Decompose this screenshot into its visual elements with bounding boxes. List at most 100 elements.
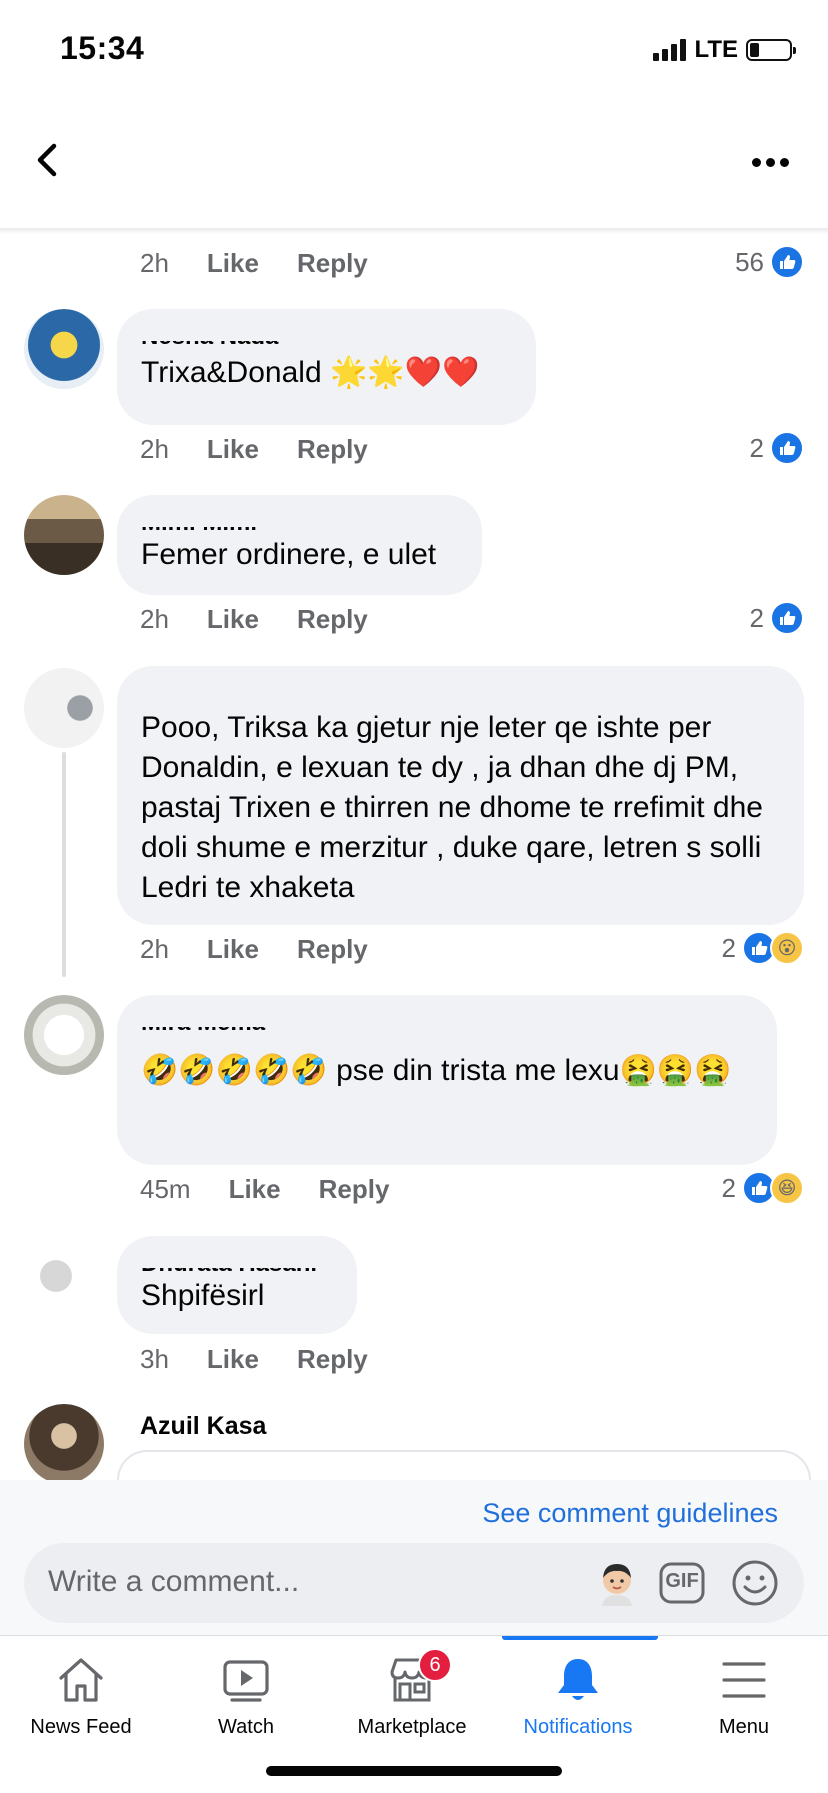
comment-text: Femer ordinere, e ulet bbox=[141, 538, 437, 571]
comment-time: 3h bbox=[140, 1344, 169, 1374]
like-button[interactable]: Like bbox=[207, 934, 259, 965]
comment-text: Trixa&Donald 🌟🌟❤️❤️ bbox=[141, 356, 480, 389]
comment-time: 2h bbox=[140, 934, 169, 964]
tab-menu[interactable]: Menu bbox=[664, 1636, 824, 1766]
reaction-summary[interactable]: 2 bbox=[750, 431, 804, 465]
avatar[interactable] bbox=[24, 995, 104, 1075]
comment-bubble: Mira Mema 🤣🤣🤣🤣🤣 pse din trista me lexu🤮🤮… bbox=[117, 995, 777, 1165]
comment-time: 2h bbox=[140, 248, 169, 278]
reply-button[interactable]: Reply bbox=[297, 1344, 368, 1375]
reaction-summary[interactable]: 56 bbox=[735, 245, 804, 279]
comment-meta: 2h Like Reply bbox=[140, 248, 406, 279]
more-dot bbox=[780, 157, 789, 167]
header bbox=[0, 110, 828, 230]
like-button[interactable]: Like bbox=[207, 1344, 259, 1375]
comment-meta: 3h Like Reply bbox=[140, 1344, 406, 1375]
tab-label: Watch bbox=[218, 1716, 274, 1738]
comment-author[interactable] bbox=[141, 680, 780, 706]
more-options-button[interactable] bbox=[752, 152, 798, 172]
comment-author[interactable]: Mira Mema bbox=[141, 1009, 753, 1035]
avatar[interactable] bbox=[24, 495, 104, 575]
signal-icon bbox=[653, 39, 687, 61]
comment-bubble: Mimi Mimi Femer ordinere, e ulet bbox=[117, 495, 482, 595]
watch-icon bbox=[220, 1654, 272, 1706]
redaction bbox=[141, 1250, 333, 1268]
reaction-count: 2 bbox=[721, 1172, 736, 1203]
tab-news-feed[interactable]: News Feed bbox=[1, 1636, 161, 1766]
reaction-summary[interactable]: 2 😮 bbox=[722, 931, 804, 965]
back-button[interactable] bbox=[28, 140, 68, 180]
avatar-sticker-icon[interactable] bbox=[592, 1558, 642, 1608]
battery-icon bbox=[746, 39, 796, 61]
like-button[interactable]: Like bbox=[207, 604, 259, 635]
status-bar: 15:34 LTE bbox=[0, 0, 828, 100]
comment-text: Shpifësirl bbox=[141, 1279, 265, 1312]
comment-meta: 45m Like Reply bbox=[140, 1174, 427, 1205]
tab-watch[interactable]: Watch bbox=[166, 1636, 326, 1766]
reaction-summary[interactable]: 2 bbox=[750, 601, 804, 635]
menu-icon bbox=[718, 1654, 770, 1706]
home-icon bbox=[55, 1654, 107, 1706]
like-button[interactable]: Like bbox=[207, 434, 259, 465]
comment-guidelines-link[interactable]: See comment guidelines bbox=[482, 1498, 778, 1529]
avatar[interactable] bbox=[24, 1404, 104, 1484]
comment-author[interactable]: Dhurata Hasani bbox=[141, 1250, 333, 1276]
gif-button[interactable]: GIF bbox=[658, 1558, 706, 1608]
wow-reaction-icon: 😮 bbox=[770, 931, 804, 965]
reply-button[interactable]: Reply bbox=[297, 248, 368, 279]
status-time: 15:34 bbox=[60, 30, 145, 66]
like-reaction-icon bbox=[770, 245, 804, 279]
emoji-icon[interactable] bbox=[730, 1558, 780, 1608]
reply-button[interactable]: Reply bbox=[297, 604, 368, 635]
more-dot bbox=[752, 157, 761, 167]
chevron-left-icon bbox=[37, 143, 57, 177]
reply-button[interactable]: Reply bbox=[297, 934, 368, 965]
comment-time: 2h bbox=[140, 604, 169, 634]
status-indicators: LTE bbox=[653, 36, 796, 64]
redaction bbox=[141, 1009, 753, 1027]
comment-time: 2h bbox=[140, 434, 169, 464]
comment-bubble: Pooo, Triksa ka gjetur nje leter qe isht… bbox=[117, 666, 804, 925]
redaction bbox=[141, 323, 512, 341]
thread-line bbox=[62, 752, 66, 977]
avatar[interactable] bbox=[24, 1236, 104, 1316]
like-button[interactable]: Like bbox=[229, 1174, 281, 1205]
tab-label: Notifications bbox=[523, 1716, 633, 1738]
bell-icon bbox=[552, 1654, 604, 1706]
comment-meta: 2h Like Reply bbox=[140, 604, 406, 635]
tab-label: Menu bbox=[718, 1716, 770, 1738]
comment-bubble: Nesha Nada Trixa&Donald 🌟🌟❤️❤️ bbox=[117, 309, 536, 425]
home-indicator bbox=[266, 1766, 562, 1776]
like-reaction-icon bbox=[770, 601, 804, 635]
network-label: LTE bbox=[694, 36, 738, 63]
tab-marketplace[interactable]: 6 Marketplace bbox=[332, 1636, 492, 1766]
reply-button[interactable]: Reply bbox=[319, 1174, 390, 1205]
comment-text: 🤣🤣🤣🤣🤣 pse din trista me lexu🤮🤮🤮 bbox=[141, 1054, 732, 1087]
reaction-summary[interactable]: 2 😆 bbox=[722, 1171, 804, 1205]
reply-button[interactable]: Reply bbox=[297, 434, 368, 465]
like-reaction-icon bbox=[770, 431, 804, 465]
comment-author[interactable]: Mimi Mimi bbox=[141, 509, 458, 535]
tab-notifications[interactable]: Notifications bbox=[498, 1636, 658, 1766]
like-button[interactable]: Like bbox=[207, 248, 259, 279]
haha-reaction-icon: 😆 bbox=[770, 1171, 804, 1205]
gif-label: GIF bbox=[665, 1570, 699, 1592]
comment-author[interactable]: Azuil Kasa bbox=[140, 1412, 266, 1441]
reaction-count: 2 bbox=[749, 602, 764, 633]
comment-composer[interactable]: Write a comment... GIF bbox=[24, 1543, 804, 1623]
notification-badge: 6 bbox=[418, 1648, 452, 1682]
comment-meta: 2h Like Reply bbox=[140, 934, 406, 965]
reaction-count: 2 bbox=[721, 932, 736, 963]
avatar[interactable] bbox=[24, 668, 104, 748]
tab-label: News Feed bbox=[30, 1716, 132, 1738]
comment-time: 45m bbox=[140, 1174, 191, 1204]
comment-input[interactable]: Write a comment... bbox=[48, 1565, 299, 1599]
reaction-count: 56 bbox=[735, 246, 764, 277]
header-divider bbox=[0, 228, 828, 234]
comment-author[interactable]: Nesha Nada bbox=[141, 323, 512, 349]
redaction bbox=[141, 509, 458, 527]
avatar[interactable] bbox=[24, 309, 104, 389]
comment-meta: 2h Like Reply bbox=[140, 434, 406, 465]
comment-text: Pooo, Triksa ka gjetur nje leter qe isht… bbox=[141, 711, 763, 904]
more-dot bbox=[766, 157, 775, 167]
